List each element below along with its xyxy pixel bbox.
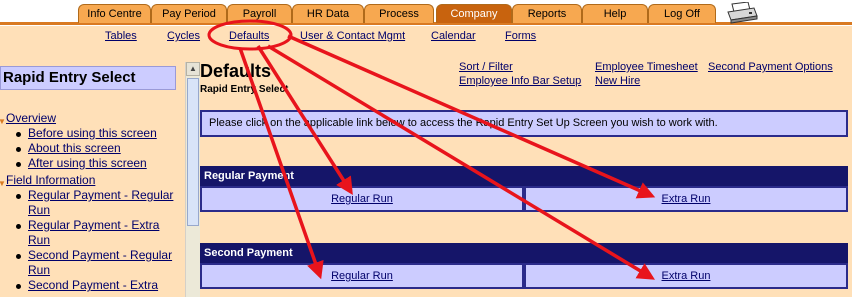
link-second-payment-options[interactable]: Second Payment Options: [708, 61, 833, 73]
link-employee-timesheet[interactable]: Employee Timesheet: [595, 61, 698, 73]
regular-payment-regular-cell: Regular Run: [200, 186, 524, 212]
bullet-icon: [16, 147, 21, 152]
second-payment-regular-run-link[interactable]: Regular Run: [331, 270, 393, 282]
help-list-item: After using this screen: [0, 156, 182, 171]
help-panel-scrollbar[interactable]: ▲: [185, 62, 200, 297]
help-panel-title: Rapid Entry Select: [0, 66, 176, 90]
help-link-second-extra[interactable]: Second Payment - Extra: [28, 278, 158, 292]
second-payment-extra-cell: Extra Run: [524, 263, 848, 289]
help-list-item: Regular Payment - Extra Run: [0, 218, 182, 248]
help-link-regular-regular[interactable]: Regular Payment - Regular Run: [28, 188, 173, 217]
submenu-defaults[interactable]: Defaults: [229, 30, 269, 42]
help-list-item: Second Payment - Regular Run: [0, 248, 182, 278]
help-topic-list: ▼ Overview Before using this screen Abou…: [0, 111, 182, 293]
link-new-hire[interactable]: New Hire: [595, 75, 640, 87]
submenu-forms[interactable]: Forms: [505, 30, 536, 42]
submenu-cycles[interactable]: Cycles: [167, 30, 200, 42]
help-link-after-using[interactable]: After using this screen: [28, 156, 147, 170]
tab-payroll[interactable]: Payroll: [227, 4, 292, 23]
help-list-item: Before using this screen: [0, 126, 182, 141]
tab-info-centre[interactable]: Info Centre: [78, 4, 151, 23]
scroll-thumb[interactable]: [187, 78, 199, 226]
second-payment-extra-run-link[interactable]: Extra Run: [662, 270, 711, 282]
bullet-icon: [16, 254, 21, 259]
bullet-icon: [16, 194, 21, 199]
help-link-before-using[interactable]: Before using this screen: [28, 126, 157, 140]
tab-reports[interactable]: Reports: [512, 4, 582, 23]
bullet-icon: [16, 284, 21, 289]
section-header-regular-payment: Regular Payment: [200, 166, 848, 186]
help-link-regular-extra[interactable]: Regular Payment - Extra Run: [28, 218, 159, 247]
help-link-about[interactable]: About this screen: [28, 141, 121, 155]
instruction-box: Please click on the applicable link belo…: [200, 110, 848, 137]
submenu-user-contact-mgmt[interactable]: User & Contact Mgmt: [300, 30, 405, 42]
tab-pay-period[interactable]: Pay Period: [151, 4, 227, 23]
tab-log-off[interactable]: Log Off: [648, 4, 716, 23]
regular-payment-extra-run-link[interactable]: Extra Run: [662, 193, 711, 205]
help-list-item: Second Payment - Extra: [0, 278, 182, 293]
bullet-icon: [16, 132, 21, 137]
company-submenu: Tables Cycles Defaults User & Contact Mg…: [0, 26, 852, 46]
regular-payment-row: Regular Run Extra Run: [200, 186, 848, 212]
second-payment-regular-cell: Regular Run: [200, 263, 524, 289]
regular-payment-regular-run-link[interactable]: Regular Run: [331, 193, 393, 205]
bullet-icon: [16, 224, 21, 229]
tab-help[interactable]: Help: [582, 4, 648, 23]
main-content: Defaults Rapid Entry Select Sort / Filte…: [200, 46, 852, 297]
help-section-overview: ▼ Overview: [0, 111, 182, 126]
help-list-item: About this screen: [0, 141, 182, 156]
help-section-field-information: ▼ Field Information: [0, 173, 182, 188]
tab-process[interactable]: Process: [364, 4, 434, 23]
help-link-second-regular[interactable]: Second Payment - Regular Run: [28, 248, 172, 277]
help-panel: Rapid Entry Select ▼ Overview Before usi…: [0, 46, 184, 297]
link-sort-filter[interactable]: Sort / Filter: [459, 61, 513, 73]
top-tab-bar: Info Centre Pay Period Payroll HR Data P…: [0, 0, 852, 26]
submenu-tables[interactable]: Tables: [105, 30, 137, 42]
second-payment-row: Regular Run Extra Run: [200, 263, 848, 289]
submenu-calendar[interactable]: Calendar: [431, 30, 476, 42]
help-link-field-information[interactable]: Field Information: [6, 173, 95, 187]
section-header-second-payment: Second Payment: [200, 243, 848, 263]
link-employee-info-bar-setup[interactable]: Employee Info Bar Setup: [459, 75, 581, 87]
tab-company[interactable]: Company: [436, 4, 512, 23]
help-link-overview[interactable]: Overview: [6, 111, 56, 125]
scroll-up-arrow-icon[interactable]: ▲: [186, 62, 200, 76]
page-subtitle: Rapid Entry Select: [200, 84, 289, 95]
help-list-item: Regular Payment - Regular Run: [0, 188, 182, 218]
page-title: Defaults: [200, 61, 272, 81]
bullet-icon: [16, 162, 21, 167]
regular-payment-extra-cell: Extra Run: [524, 186, 848, 212]
tab-hr-data[interactable]: HR Data: [292, 4, 364, 23]
printer-icon[interactable]: [726, 2, 758, 24]
